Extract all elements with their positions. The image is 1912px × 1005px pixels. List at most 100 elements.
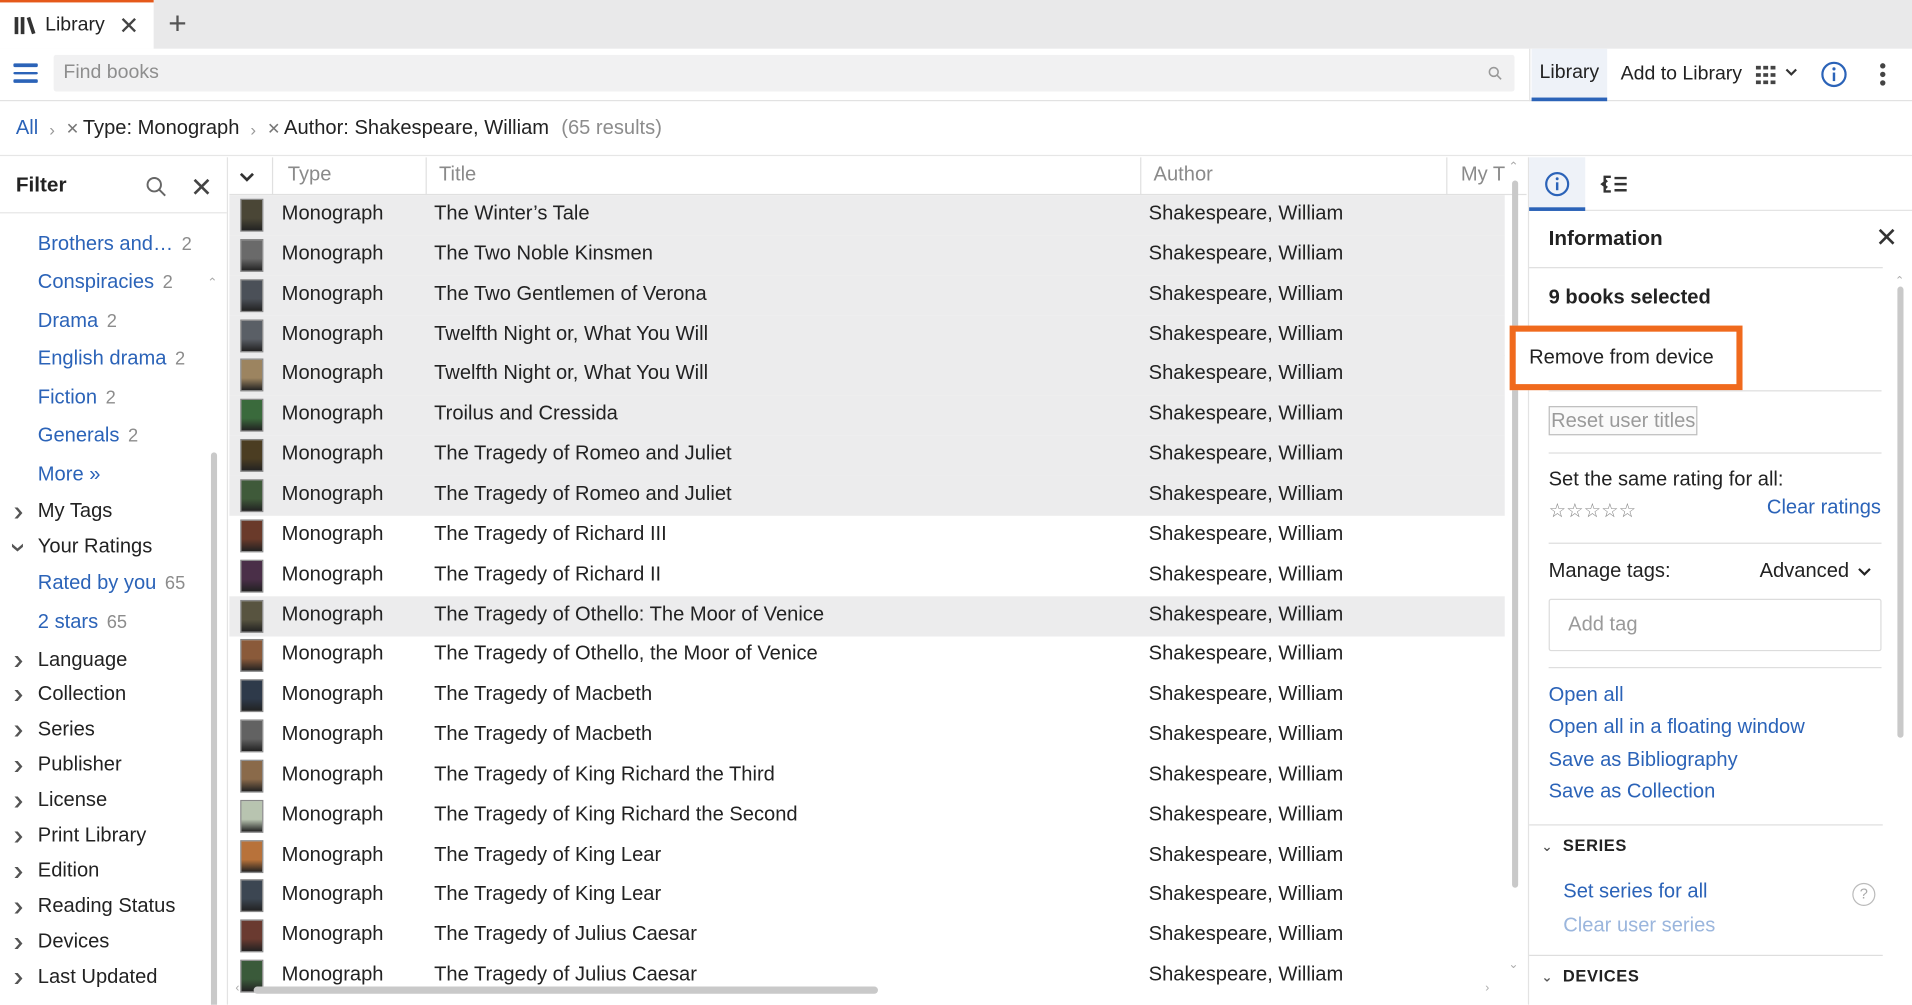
column-header-my-tags[interactable]: My T — [1461, 163, 1505, 186]
set-series-link[interactable]: Set series for all — [1563, 880, 1707, 903]
filter-item[interactable]: Conspiracies 2 — [38, 271, 173, 294]
filter-item[interactable]: English drama 2 — [38, 348, 185, 371]
filter-item-2-stars[interactable]: 2 stars 65 — [38, 611, 127, 634]
table-row[interactable]: Monograph The Two Gentlemen of Verona Shak… — [229, 275, 1505, 316]
filter-category-my-tags[interactable]: My Tags — [38, 500, 113, 523]
column-header-title[interactable]: Title — [439, 163, 476, 186]
chevron-right-icon[interactable]: ❯ — [12, 724, 24, 737]
info-icon[interactable] — [1819, 60, 1848, 89]
filter-category-your-ratings[interactable]: Your Ratings — [38, 535, 152, 558]
table-row[interactable]: Monograph Twelfth Night or, What You Will… — [229, 355, 1505, 396]
filter-scrollbar[interactable] — [210, 452, 218, 1005]
chevron-right-icon[interactable]: ❯ — [12, 759, 24, 772]
add-tag-input[interactable] — [1549, 599, 1881, 650]
library-view-button[interactable]: Library — [1531, 48, 1608, 102]
remove-filter-icon[interactable]: ✕ — [267, 119, 280, 139]
table-row[interactable]: Monograph The Tragedy of Richard III Shake… — [229, 516, 1504, 556]
chevron-right-icon[interactable]: ❯ — [12, 901, 24, 914]
breadcrumb-all[interactable]: All — [16, 117, 38, 140]
grid-view-icon[interactable] — [1753, 63, 1799, 87]
close-tab-icon[interactable]: ✕ — [119, 11, 139, 41]
table-row[interactable]: Monograph The Two Noble Kinsmen Shakespear… — [229, 235, 1505, 276]
scroll-up-icon[interactable]: ⌃ — [1508, 161, 1518, 174]
filter-item-rated-by-you[interactable]: Rated by you 65 — [38, 572, 185, 595]
scroll-right-icon[interactable]: › — [1485, 982, 1489, 995]
chevron-right-icon[interactable]: ❯ — [12, 506, 24, 519]
table-row[interactable]: Monograph The Tragedy of Othello: The Moo… — [229, 595, 1505, 636]
series-section-header[interactable]: ⌄ SERIES — [1541, 837, 1627, 855]
table-vertical-scrollbar[interactable] — [1512, 180, 1519, 888]
related-list-icon[interactable] — [1600, 172, 1629, 196]
save-as-collection-link[interactable]: Save as Collection — [1549, 780, 1716, 803]
search-icon[interactable] — [1488, 66, 1503, 81]
table-row[interactable]: Monograph The Tragedy of King Lear Shakesp… — [229, 876, 1504, 916]
open-all-floating-link[interactable]: Open all in a floating window — [1549, 716, 1805, 739]
filter-item[interactable]: Generals 2 — [38, 424, 138, 447]
help-icon[interactable]: ? — [1852, 882, 1876, 907]
chevron-down-icon[interactable]: ❯ — [12, 541, 25, 553]
chevron-down-icon[interactable] — [239, 172, 255, 183]
chevron-right-icon[interactable]: ❯ — [12, 936, 24, 949]
table-row[interactable]: Monograph The Tragedy of Othello, the Moo… — [229, 636, 1504, 676]
table-row[interactable]: Monograph Troilus and Cressida Shakespeare… — [229, 395, 1505, 436]
breadcrumb-type-filter[interactable]: Type: Monograph — [83, 117, 240, 140]
filter-item[interactable]: Brothers and… 2 — [38, 233, 192, 256]
table-row[interactable]: Monograph Twelfth Night or, What You Will… — [229, 315, 1505, 356]
table-row[interactable]: Monograph The Tragedy of King Lear Shakesp… — [229, 836, 1504, 876]
table-row[interactable]: Monograph The Tragedy of Macbeth Shakespea… — [229, 676, 1504, 716]
column-header-type[interactable]: Type — [288, 163, 332, 186]
reset-user-titles-button[interactable]: Reset user titles — [1548, 406, 1698, 436]
filter-category[interactable]: Series — [38, 718, 95, 741]
table-row[interactable]: Monograph The Tragedy of King Richard the… — [229, 756, 1504, 796]
remove-filter-icon[interactable]: ✕ — [66, 119, 79, 139]
table-row[interactable]: Monograph The Tragedy of Richard II Shakes… — [229, 556, 1504, 596]
scroll-left-icon[interactable]: ‹ — [235, 982, 239, 995]
scroll-down-icon[interactable]: ⌄ — [1508, 958, 1518, 971]
filter-item[interactable]: Fiction 2 — [38, 387, 116, 410]
clear-ratings-link[interactable]: Clear ratings — [1767, 496, 1881, 519]
scroll-up-icon[interactable]: ⌃ — [207, 277, 217, 290]
table-row[interactable]: Monograph The Winter’s Tale Shakespeare, W… — [229, 195, 1505, 236]
tab-library[interactable]: Library ✕ — [0, 0, 154, 49]
open-all-link[interactable]: Open all — [1549, 684, 1624, 707]
table-row[interactable]: Monograph The Tragedy of Romeo and Juliet… — [229, 435, 1505, 476]
save-as-bibliography-link[interactable]: Save as Bibliography — [1549, 749, 1738, 772]
panel-scrollbar[interactable] — [1897, 286, 1904, 738]
hamburger-menu-icon[interactable] — [13, 63, 38, 85]
search-input[interactable] — [53, 54, 1515, 92]
filter-item[interactable]: Drama 2 — [38, 310, 117, 333]
filter-category[interactable]: Collection — [38, 683, 126, 706]
chevron-right-icon[interactable]: ❯ — [12, 865, 24, 878]
search-icon[interactable] — [145, 176, 167, 198]
chevron-right-icon[interactable]: ❯ — [12, 689, 24, 702]
filter-category[interactable]: Last Updated — [38, 966, 158, 989]
table-row[interactable]: Monograph The Tragedy of King Richard the… — [229, 796, 1504, 836]
filter-category[interactable]: Reading Status — [38, 895, 176, 918]
star-rating-input[interactable]: ☆☆☆☆☆ — [1549, 499, 1636, 523]
table-row[interactable]: Monograph The Tragedy of Romeo and Juliet… — [229, 475, 1505, 516]
table-row[interactable]: Monograph The Tragedy of Julius Caesar Sha… — [229, 916, 1504, 956]
chevron-right-icon[interactable]: ❯ — [12, 972, 24, 985]
filter-category[interactable]: Devices — [38, 930, 110, 953]
filter-category[interactable]: License — [38, 789, 107, 812]
devices-section-header[interactable]: ⌄ DEVICES — [1541, 967, 1639, 985]
filter-category[interactable]: Language — [38, 649, 128, 672]
new-tab-button[interactable]: + — [168, 5, 187, 43]
filter-category[interactable]: Edition — [38, 860, 100, 883]
table-horizontal-scrollbar[interactable] — [253, 986, 878, 994]
close-icon[interactable]: ✕ — [190, 172, 212, 204]
filter-category[interactable]: Publisher — [38, 754, 122, 777]
breadcrumb-author-filter[interactable]: Author: Shakespeare, William — [284, 117, 549, 140]
chevron-right-icon[interactable]: ❯ — [12, 795, 24, 808]
tab-information[interactable] — [1529, 157, 1586, 211]
filter-category[interactable]: Print Library — [38, 824, 146, 847]
table-row[interactable]: Monograph The Tragedy of Macbeth Shakespea… — [229, 716, 1504, 756]
column-header-author[interactable]: Author — [1154, 163, 1213, 186]
remove-from-device-button[interactable]: Remove from device — [1509, 325, 1743, 391]
more-link[interactable]: More » — [38, 463, 101, 486]
add-to-library-button[interactable]: Add to Library — [1621, 63, 1742, 85]
chevron-right-icon[interactable]: ❯ — [12, 830, 24, 843]
close-icon[interactable]: ✕ — [1875, 222, 1897, 254]
advanced-dropdown[interactable]: Advanced — [1760, 560, 1873, 583]
more-options-icon[interactable] — [1875, 61, 1890, 88]
